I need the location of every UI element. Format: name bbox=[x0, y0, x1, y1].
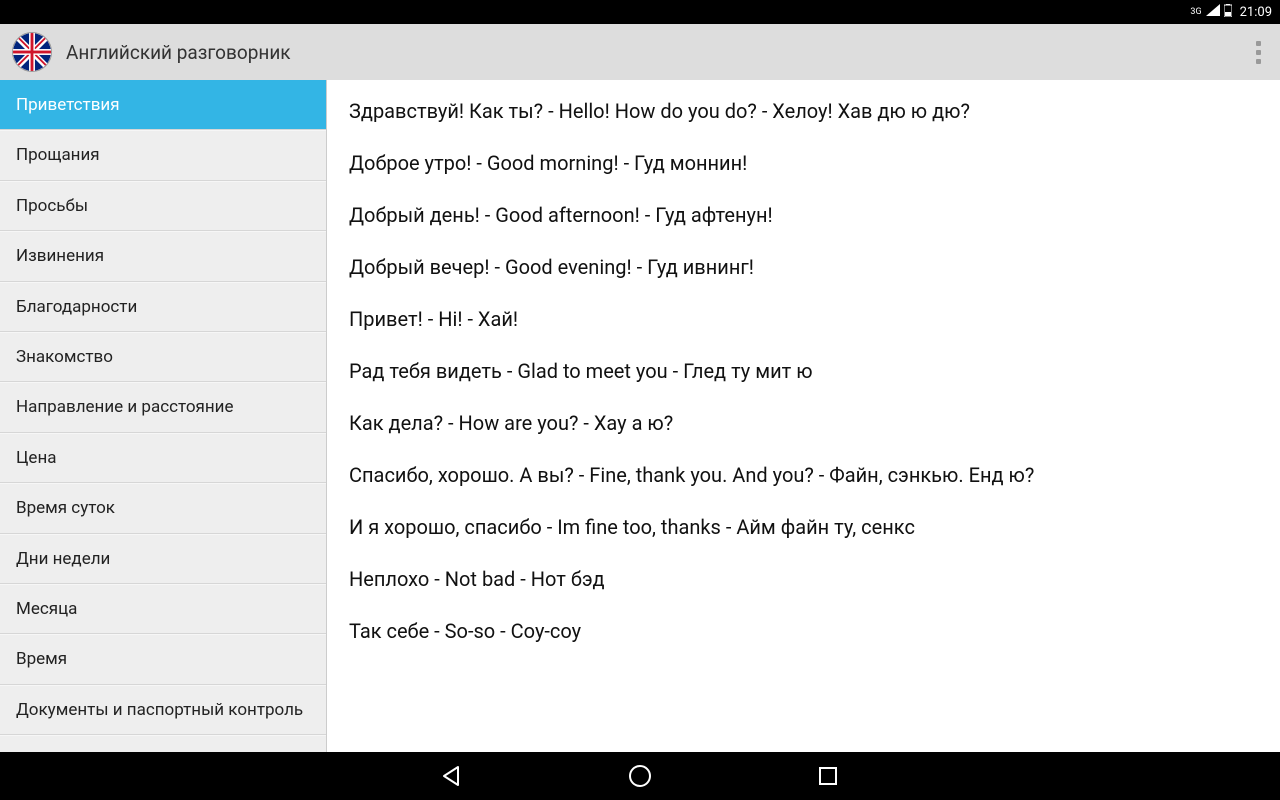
clock: 21:09 bbox=[1240, 5, 1272, 20]
sidebar-item[interactable]: Извинения bbox=[0, 231, 326, 281]
uk-flag-icon bbox=[12, 32, 52, 72]
sidebar-item[interactable]: Прощания bbox=[0, 130, 326, 180]
sidebar-item[interactable]: Знакомство bbox=[0, 332, 326, 382]
sidebar-item[interactable]: Время bbox=[0, 634, 326, 684]
sidebar-item[interactable]: Благодарности bbox=[0, 282, 326, 332]
battery-icon bbox=[1224, 4, 1232, 21]
phrase-item[interactable]: Спасибо, хорошо. А вы? - Fine, thank you… bbox=[349, 462, 1258, 488]
sidebar-item[interactable]: Месяца bbox=[0, 584, 326, 634]
phrase-list[interactable]: Здравствуй! Как ты? - Hello! How do you … bbox=[327, 80, 1280, 752]
sidebar-item[interactable]: Дни недели bbox=[0, 534, 326, 584]
overflow-menu-icon[interactable] bbox=[1248, 32, 1268, 72]
navigation-bar bbox=[0, 752, 1280, 800]
home-button[interactable] bbox=[626, 762, 654, 790]
content-area: ПриветствияПрощанияПросьбыИзвиненияБлаго… bbox=[0, 80, 1280, 752]
phrase-item[interactable]: Здравствуй! Как ты? - Hello! How do you … bbox=[349, 98, 1258, 124]
status-bar: 3G 21:09 bbox=[0, 0, 1280, 24]
action-bar: Английский разговорник bbox=[0, 24, 1280, 80]
sidebar-item[interactable]: Таможня bbox=[0, 735, 326, 752]
sidebar-item[interactable]: Просьбы bbox=[0, 181, 326, 231]
phrase-item[interactable]: И я хорошо, спасибо - Im fine too, thank… bbox=[349, 514, 1258, 540]
app-title: Английский разговорник bbox=[66, 41, 1248, 64]
phrase-item[interactable]: Добрый день! - Good afternoon! - Гуд афт… bbox=[349, 202, 1258, 228]
sidebar-item[interactable]: Направление и расстояние bbox=[0, 382, 326, 432]
sidebar-item[interactable]: Время суток bbox=[0, 483, 326, 533]
recent-apps-button[interactable] bbox=[814, 762, 842, 790]
network-label: 3G bbox=[1190, 8, 1201, 17]
phrase-item[interactable]: Так себе - So-so - Соу-соу bbox=[349, 618, 1258, 644]
sidebar-item[interactable]: Цена bbox=[0, 433, 326, 483]
phrase-item[interactable]: Доброе утро! - Good morning! - Гуд монни… bbox=[349, 150, 1258, 176]
phrase-item[interactable]: Рад тебя видеть - Glad to meet you - Гле… bbox=[349, 358, 1258, 384]
signal-icon bbox=[1206, 4, 1220, 20]
sidebar-item[interactable]: Документы и паспортный контроль bbox=[0, 685, 326, 735]
sidebar-item[interactable]: Приветствия bbox=[0, 80, 326, 130]
category-sidebar[interactable]: ПриветствияПрощанияПросьбыИзвиненияБлаго… bbox=[0, 80, 327, 752]
back-button[interactable] bbox=[438, 762, 466, 790]
phrase-item[interactable]: Как дела? - How are you? - Хау а ю? bbox=[349, 410, 1258, 436]
phrase-item[interactable]: Неплохо - Not bad - Нот бэд bbox=[349, 566, 1258, 592]
phrase-item[interactable]: Добрый вечер! - Good evening! - Гуд ивни… bbox=[349, 254, 1258, 280]
phrase-item[interactable]: Привет! - Hi! - Хай! bbox=[349, 306, 1258, 332]
